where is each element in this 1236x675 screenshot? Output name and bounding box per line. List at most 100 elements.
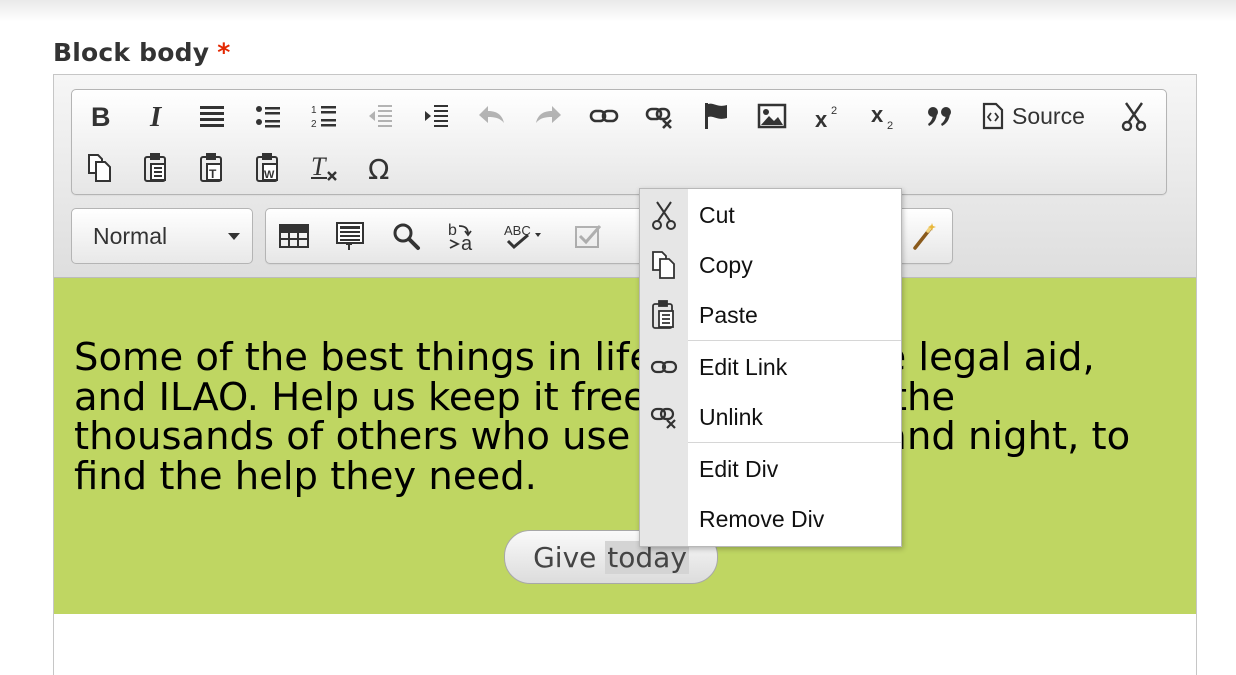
cut-button[interactable]: [1112, 94, 1156, 138]
undo-button[interactable]: [470, 94, 514, 138]
unlink-icon: [645, 107, 672, 129]
magic-wand-button[interactable]: [902, 214, 946, 258]
link-button[interactable]: [582, 94, 626, 138]
svg-text:Ω: Ω: [368, 153, 389, 183]
redo-button[interactable]: [526, 94, 570, 138]
context-menu-item-paste[interactable]: Paste: [640, 290, 901, 340]
bulleted-list-icon: [256, 106, 280, 128]
checkbox-button[interactable]: [566, 214, 610, 258]
image-icon: [757, 103, 787, 129]
numbered-list-icon: 12: [311, 105, 336, 130]
table-button[interactable]: [272, 214, 316, 258]
svg-text:T: T: [209, 167, 217, 181]
checkbox-icon: [575, 225, 602, 248]
format-select-value: Normal: [93, 223, 168, 249]
svg-text:x: x: [815, 107, 828, 130]
context-menu-label: Edit Div: [699, 456, 779, 482]
page-top-shadow: [0, 0, 1236, 22]
field-label-text: Block body: [53, 38, 210, 67]
bulleted-list-button[interactable]: [246, 94, 290, 138]
remove-format-button[interactable]: T: [302, 146, 346, 190]
replace-button[interactable]: ba: [440, 214, 484, 258]
svg-text:1: 1: [311, 105, 317, 116]
justify-button[interactable]: [190, 94, 234, 138]
redo-icon: [536, 106, 561, 123]
copy-icon: [88, 154, 111, 182]
context-menu-label: Paste: [699, 302, 758, 328]
svg-text:2: 2: [831, 105, 837, 117]
source-button[interactable]: Source: [976, 94, 1094, 138]
indent-icon: [425, 105, 448, 127]
blockquote-button[interactable]: [918, 94, 962, 138]
bold-button[interactable]: B: [78, 94, 122, 138]
paste-from-word-icon: W: [256, 153, 278, 182]
subscript-button[interactable]: x2: [862, 94, 906, 138]
svg-text:b: b: [448, 222, 457, 239]
find-button[interactable]: [384, 214, 428, 258]
context-menu-label: Remove Div: [699, 506, 825, 532]
outdent-button[interactable]: [358, 94, 402, 138]
svg-text:2: 2: [311, 119, 317, 130]
indent-button[interactable]: [414, 94, 458, 138]
special-character-button[interactable]: Ω: [358, 146, 402, 190]
context-menu-item-cut[interactable]: Cut: [640, 190, 901, 240]
scissors-icon: [1121, 102, 1147, 131]
link-icon: [640, 342, 688, 392]
anchor-button[interactable]: [694, 94, 738, 138]
context-menu-label: Cut: [699, 202, 735, 228]
give-button-text-prefix: Give: [533, 540, 606, 574]
required-marker: *: [217, 38, 231, 67]
source-code-icon: [982, 102, 1004, 130]
context-menu: Cut Copy Paste Edit Link Unlink Edit Div…: [639, 188, 902, 547]
editor-content-area[interactable]: Some of the best things in life are free…: [54, 278, 1196, 614]
context-menu-item-edit-link[interactable]: Edit Link: [640, 342, 901, 392]
svg-text:B: B: [91, 102, 111, 130]
paste-from-word-button[interactable]: W: [246, 146, 290, 190]
context-menu-item-unlink[interactable]: Unlink: [640, 392, 901, 442]
superscript-button[interactable]: x2: [806, 94, 850, 138]
find-icon: [393, 223, 420, 250]
magic-wand-icon: [913, 223, 936, 250]
unlink-icon: [640, 392, 688, 442]
source-label: Source: [1012, 102, 1085, 129]
outdent-icon: [369, 105, 392, 127]
link-icon: [589, 109, 619, 123]
image-button[interactable]: [750, 94, 794, 138]
bold-icon: B: [91, 102, 111, 130]
format-select[interactable]: Normal: [71, 208, 253, 264]
chevron-down-icon: [228, 233, 240, 240]
paste-icon: [144, 153, 166, 182]
rich-text-editor: B I 12 x 2 x 2 Source T W T Ω Normal b a…: [53, 74, 1197, 675]
context-menu-label: Copy: [699, 252, 753, 278]
toolbar-group-main: B I 12 x 2 x 2 Source T W T Ω: [71, 89, 1167, 195]
svg-text:T: T: [311, 153, 327, 181]
context-menu-label: Unlink: [699, 404, 763, 430]
paste-icon: [640, 290, 688, 340]
editor-toolbar: B I 12 x 2 x 2 Source T W T Ω Normal b a…: [54, 75, 1196, 278]
italic-button[interactable]: I: [134, 94, 178, 138]
scissors-icon: [640, 190, 688, 240]
svg-text:W: W: [264, 169, 275, 181]
svg-text:2: 2: [887, 120, 893, 130]
unlink-button[interactable]: [638, 94, 682, 138]
blockquote-icon: [928, 107, 951, 126]
undo-icon: [479, 106, 504, 123]
spellcheck-button[interactable]: ABC: [498, 214, 554, 258]
templates-button[interactable]: [328, 214, 372, 258]
context-menu-item-copy[interactable]: Copy: [640, 240, 901, 290]
context-menu-item-edit-div[interactable]: Edit Div: [640, 444, 901, 494]
subscript-icon: x2: [871, 102, 893, 130]
context-menu-item-remove-div[interactable]: Remove Div: [640, 494, 901, 544]
paste-button[interactable]: [134, 146, 178, 190]
copy-button[interactable]: [78, 146, 122, 190]
table-icon: [279, 224, 309, 248]
special-character-icon: Ω: [368, 153, 389, 183]
context-menu-separator: [688, 340, 901, 341]
paste-as-text-button[interactable]: T: [190, 146, 234, 190]
field-label: Block body *: [53, 38, 231, 67]
content-paragraph[interactable]: Some of the best things in life are free…: [74, 338, 1154, 496]
numbered-list-button[interactable]: 12: [302, 94, 346, 138]
svg-text:a: a: [461, 233, 473, 252]
justify-icon: [200, 106, 224, 127]
copy-icon: [640, 240, 688, 290]
